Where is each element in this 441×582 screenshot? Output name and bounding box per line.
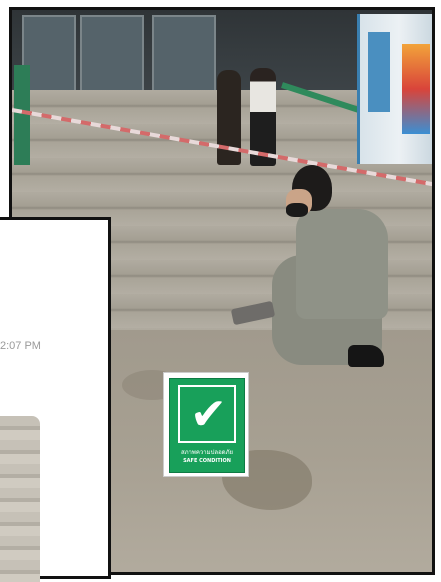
check-icon: ✔ (190, 389, 227, 440)
sign-check-frame: ✔ (178, 385, 236, 443)
vending-display (402, 44, 430, 134)
sign-panel: ✔ สภาพความปลอดภัย SAFE CONDITION (169, 378, 245, 473)
face-mask (286, 203, 308, 217)
worker-torso (296, 209, 388, 319)
vending-panel (368, 32, 390, 112)
glass-door (80, 15, 144, 94)
green-railing (14, 65, 30, 165)
inspector-worker (230, 165, 402, 385)
glass-door (152, 15, 216, 94)
worker-shoe (348, 345, 384, 367)
sign-english-text: SAFE CONDITION (183, 458, 231, 464)
image-thumbnail[interactable] (0, 416, 40, 582)
sign-thai-text: สภาพความปลอดภัย (180, 449, 234, 456)
message-timestamp: 2:07 PM (0, 340, 41, 352)
safe-condition-sign: ✔ สภาพความปลอดภัย SAFE CONDITION (163, 372, 249, 477)
glass-door (22, 15, 76, 94)
vending-machine (357, 14, 432, 164)
chat-panel: 2:07 PM (0, 217, 111, 582)
